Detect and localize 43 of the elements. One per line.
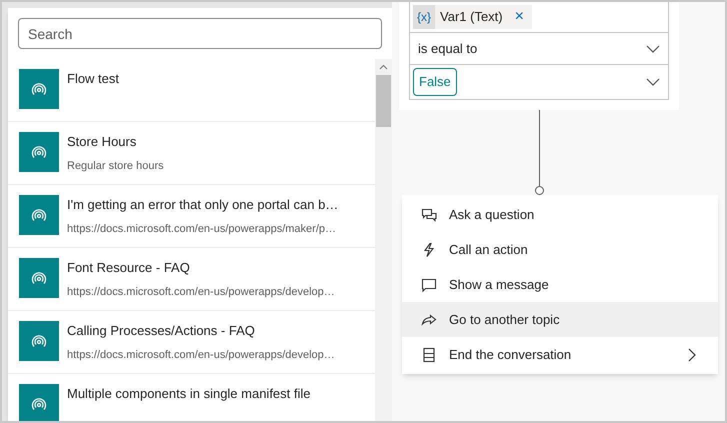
topic-description: https://docs.microsoft.com/en-us/powerapps/develop… <box>67 285 335 299</box>
search-field[interactable]: Search <box>18 18 382 49</box>
variable-name: Var1 (Text) <box>440 8 503 26</box>
topic-list-item[interactable]: I'm getting an error that only one portal can b… https://docs.microsoft.com/en-us/powerapps/maker/p… <box>8 185 375 248</box>
topic-title: Font Resource - FAQ <box>67 260 191 276</box>
menu-item[interactable]: Ask a question <box>402 197 718 232</box>
value-dropdown[interactable]: False <box>410 65 668 99</box>
menu-item[interactable]: End the conversation <box>402 337 718 372</box>
topic-list-item[interactable]: Calling Processes/Actions - FAQ https://docs.microsoft.com/en-us/powerapps/develop… <box>8 311 375 374</box>
menu-item[interactable]: Go to another topic <box>402 302 718 337</box>
value-tag: False <box>413 68 457 96</box>
topic-icon <box>19 132 59 172</box>
menu-item[interactable]: Call an action <box>402 232 718 267</box>
topic-icon <box>19 195 59 235</box>
topic-title: I'm getting an error that only one portal can b… <box>67 197 338 213</box>
topic-title: Calling Processes/Actions - FAQ <box>67 323 256 339</box>
topic-list-item[interactable]: Font Resource - FAQ https://docs.microsoft.com/en-us/powerapps/develop… <box>8 248 375 311</box>
chevron-down-icon <box>646 78 660 86</box>
variable-icon: {x} <box>413 5 436 29</box>
topic-description: https://docs.microsoft.com/en-us/powerapps/maker/p… <box>67 222 337 236</box>
topic-title: Flow test <box>67 71 120 87</box>
topic-list-item[interactable]: Store Hours Regular store hours <box>8 122 375 185</box>
scrollbar[interactable] <box>375 59 392 421</box>
scrollbar-thumb[interactable] <box>376 75 391 127</box>
topic-icon <box>19 69 59 109</box>
speech-bubble-icon <box>421 276 437 292</box>
topic-description: Regular store hours <box>67 159 164 173</box>
menu-item[interactable]: Show a message <box>402 267 718 302</box>
scroll-up-icon[interactable] <box>379 64 388 70</box>
chevron-down-icon <box>646 44 660 52</box>
lightning-icon <box>421 242 437 258</box>
topic-title: Multiple components in single manifest file <box>67 386 311 402</box>
chat-bubbles-icon <box>421 206 437 222</box>
topic-description: https://docs.microsoft.com/en-us/powerapps/develop… <box>67 348 335 362</box>
share-arrow-icon <box>421 312 437 328</box>
operator-dropdown[interactable]: is equal to <box>410 32 668 65</box>
topic-list-item[interactable]: Flow test <box>8 59 375 122</box>
topic-list-item[interactable]: Multiple components in single manifest file <box>8 374 375 421</box>
topic-icon <box>19 258 59 298</box>
topic-icon <box>19 321 59 361</box>
remove-variable-button[interactable]: × <box>514 5 524 29</box>
topic-title: Store Hours <box>67 134 138 150</box>
panel-icon <box>421 346 437 362</box>
